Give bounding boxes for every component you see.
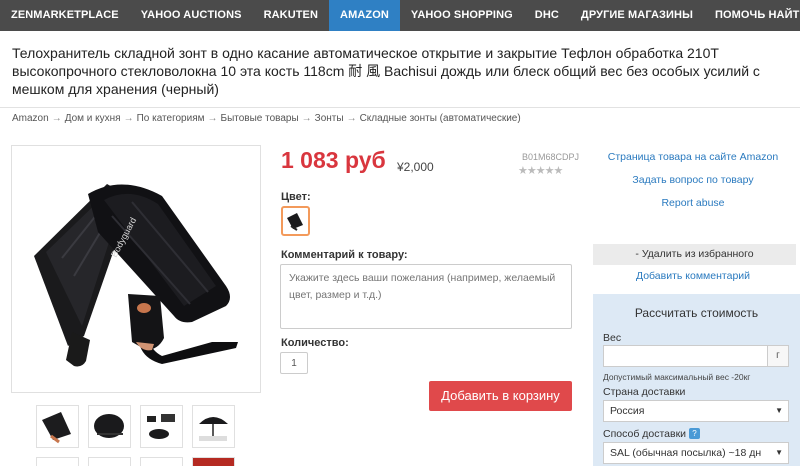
breadcrumb-separator: → xyxy=(123,113,134,124)
amazon-product-page-link[interactable]: Страница товара на сайте Amazon xyxy=(590,151,796,163)
breadcrumb-by-category[interactable]: По категориям xyxy=(137,113,205,124)
chevron-down-icon: ▼ xyxy=(775,448,783,457)
price-yen: ¥2,000 xyxy=(397,160,434,174)
breadcrumb-home-kitchen[interactable]: Дом и кухня xyxy=(65,113,121,124)
thumbnail[interactable] xyxy=(140,405,183,448)
quantity-label: Количество: xyxy=(281,337,349,349)
umbrella-image: Bodyguard xyxy=(34,184,238,367)
breadcrumb-household[interactable]: Бытовые товары xyxy=(221,113,299,124)
color-label: Цвет: xyxy=(281,191,311,203)
weight-hint: Допустимый максимальный вес -20кг xyxy=(603,372,751,382)
nav-item-rakuten[interactable]: RAKUTEN xyxy=(253,0,329,31)
breadcrumb-separator: → xyxy=(301,113,312,124)
nav-item-help-find[interactable]: ПОМОЧЬ НАЙТИ xyxy=(704,0,800,31)
breadcrumb-separator: → xyxy=(51,113,62,124)
thumbnail-strip xyxy=(36,405,235,448)
country-label: Страна доставки xyxy=(603,386,686,398)
thumbnail[interactable] xyxy=(140,457,183,466)
umbrella-swatch-icon xyxy=(287,213,303,231)
product-main-image[interactable]: Bodyguard xyxy=(11,145,261,393)
weight-label: Вес xyxy=(603,332,622,344)
shipping-method-select[interactable]: SAL (обычная посылка) ~18 дн ▼ xyxy=(603,442,789,464)
country-select[interactable]: Россия ▼ xyxy=(603,400,789,422)
nav-item-yahoo-shopping[interactable]: YAHOO SHOPPING xyxy=(400,0,524,31)
nav-item-other-stores[interactable]: ДРУГИЕ МАГАЗИНЫ xyxy=(570,0,704,31)
country-value: Россия xyxy=(610,405,645,417)
weight-unit: г xyxy=(767,345,789,367)
breadcrumb-amazon[interactable]: Amazon xyxy=(12,113,49,124)
nav-item-amazon[interactable]: AMAZON xyxy=(329,0,400,31)
thumbnail[interactable] xyxy=(36,405,79,448)
rating-stars: ★★★★★ xyxy=(518,165,563,177)
chevron-down-icon: ▼ xyxy=(775,406,783,415)
calculator-title: Рассчитать стоимость xyxy=(634,306,759,320)
ask-question-link[interactable]: Задать вопрос по товару xyxy=(590,174,796,186)
price-rub: 1 083 руб xyxy=(281,147,386,173)
shipping-method-label-text: Способ доставки xyxy=(603,428,687,440)
breadcrumb-umbrellas[interactable]: Зонты xyxy=(315,113,344,124)
breadcrumb: Amazon → Дом и кухня → По категориям → Бытовые… xyxy=(12,113,521,124)
quantity-input[interactable] xyxy=(280,352,308,374)
thumbnail[interactable] xyxy=(192,457,235,466)
thumbnail[interactable] xyxy=(88,405,131,448)
top-navigation: ZENMARKETPLACE YAHOO AUCTIONS RAKUTEN AM… xyxy=(0,0,800,31)
shipping-method-label: Способ доставки? xyxy=(603,428,701,440)
report-abuse-link[interactable]: Report abuse xyxy=(590,197,796,209)
comment-textarea[interactable] xyxy=(280,264,572,329)
thumbnail[interactable] xyxy=(36,457,79,466)
product-sku: B01M68CDPJ xyxy=(522,152,580,162)
add-comment-link[interactable]: Добавить комментарий xyxy=(590,270,796,282)
comment-label: Комментарий к товару: xyxy=(281,249,408,261)
shipping-calculator: Рассчитать стоимость Вес г Допустимый ма… xyxy=(593,294,800,466)
breadcrumb-separator: → xyxy=(346,113,357,124)
divider xyxy=(0,107,800,108)
product-title: Телохранитель складной зонт в одно касан… xyxy=(12,45,760,97)
color-swatch-black[interactable] xyxy=(281,206,310,236)
nav-item-zenmarketplace[interactable]: ZENMARKETPLACE xyxy=(0,0,130,31)
weight-input[interactable] xyxy=(603,345,768,367)
thumbnail[interactable] xyxy=(88,457,131,466)
shipping-method-value: SAL (обычная посылка) ~18 дн xyxy=(610,447,762,459)
breadcrumb-separator: → xyxy=(207,113,218,124)
thumbnail[interactable] xyxy=(192,405,235,448)
nav-item-dhc[interactable]: DHC xyxy=(524,0,570,31)
thumbnail-strip-second-row xyxy=(36,457,235,466)
help-icon[interactable]: ? xyxy=(689,428,701,439)
add-to-cart-button[interactable]: Добавить в корзину xyxy=(429,381,572,411)
remove-from-favorites-button[interactable]: - Удалить из избранного xyxy=(593,244,796,265)
breadcrumb-folding-umbrellas[interactable]: Складные зонты (автоматические) xyxy=(360,113,521,124)
nav-item-yahoo-auctions[interactable]: YAHOO AUCTIONS xyxy=(130,0,253,31)
